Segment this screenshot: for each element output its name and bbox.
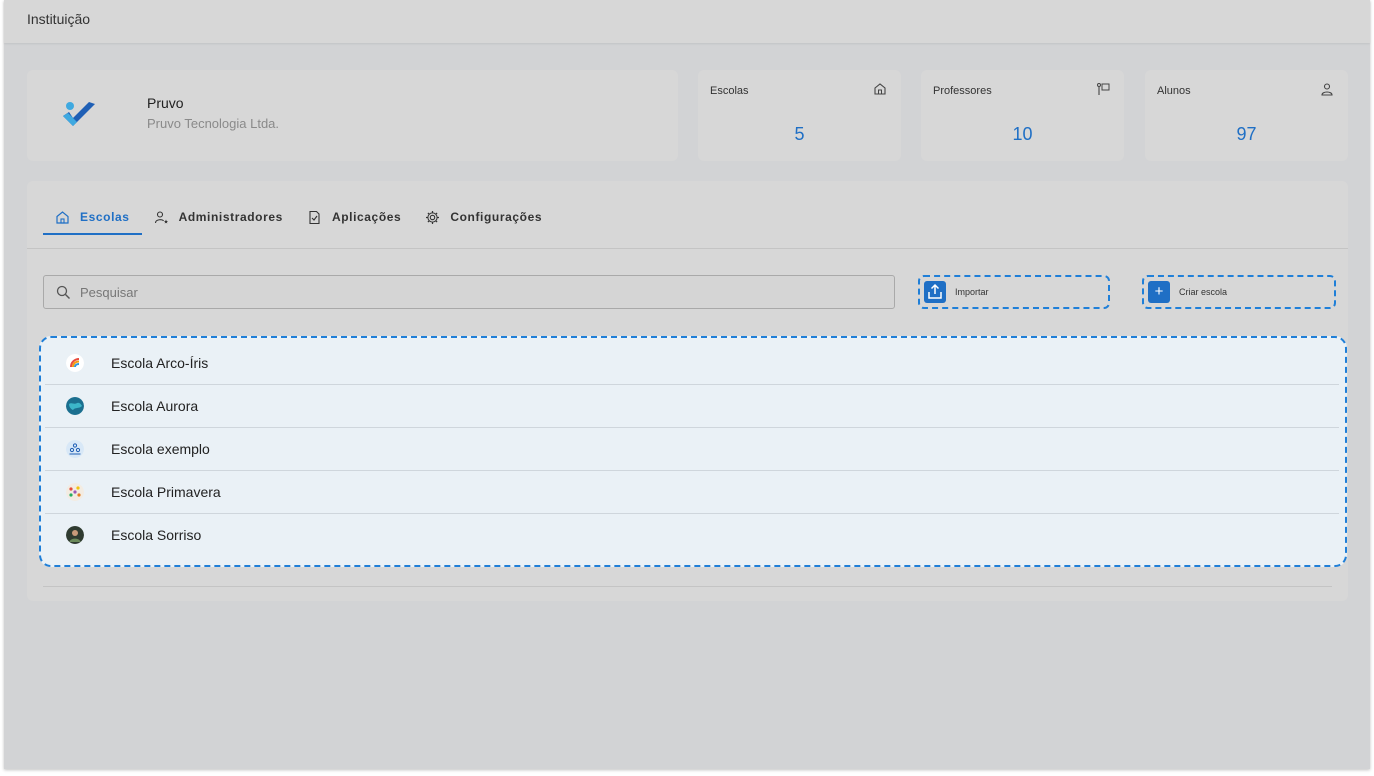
user-icon: [1321, 83, 1333, 96]
import-button[interactable]: Importar: [918, 275, 1110, 309]
stat-card-professores: Professores 10: [921, 70, 1124, 161]
plus-icon: +: [1148, 281, 1170, 303]
user-star-icon: [154, 210, 168, 223]
create-school-button[interactable]: + Criar escola: [1142, 275, 1336, 309]
tabs-divider: [27, 248, 1348, 249]
home-icon: [874, 83, 886, 95]
list-item-escola-sorriso[interactable]: Escola Sorriso: [45, 514, 1339, 557]
stat-card-escolas: Escolas 5: [698, 70, 901, 161]
school-name: Escola Aurora: [111, 398, 199, 414]
list-item-escola-primavera[interactable]: Escola Primavera: [45, 471, 1339, 514]
import-label: Importar: [955, 287, 989, 297]
stat-card-alunos: Alunos 97: [1145, 70, 1348, 161]
tab-configuracoes[interactable]: Configurações: [413, 201, 554, 233]
flowers-avatar-icon: [66, 483, 84, 501]
tab-label: Configurações: [450, 210, 543, 224]
tab-escolas[interactable]: Escolas: [43, 201, 142, 235]
tab-administradores[interactable]: Administradores: [142, 201, 295, 233]
pruvo-logo-icon: [63, 102, 95, 126]
stat-value: 5: [794, 124, 805, 144]
stat-label: Alunos: [1157, 85, 1191, 97]
gear-icon: [426, 210, 440, 224]
list-item-escola-arco-iris[interactable]: Escola Arco-Íris: [45, 342, 1339, 385]
document-check-icon: [309, 210, 320, 224]
tab-bar: Escolas Administradores Aplicações Confi…: [43, 201, 554, 235]
tab-label: Aplicações: [331, 210, 402, 224]
home-icon: [56, 210, 69, 224]
search-placeholder: Pesquisar: [80, 285, 138, 300]
school-name: Escola Arco-Íris: [111, 355, 209, 371]
tab-label: Escolas: [80, 210, 130, 224]
school-name: Escola Primavera: [111, 484, 221, 500]
panel-footer-divider: [43, 586, 1332, 587]
top-bar: Instituição: [4, 0, 1370, 43]
upload-icon: [924, 281, 946, 303]
list-item-escola-exemplo[interactable]: Escola exemplo: [45, 428, 1339, 471]
create-school-label: Criar escola: [1179, 287, 1228, 297]
schools-panel: Escolas Administradores Aplicações Confi…: [27, 181, 1348, 601]
list-item-escola-aurora[interactable]: Escola Aurora: [45, 385, 1339, 428]
stat-label: Escolas: [710, 85, 749, 97]
stat-label: Professores: [933, 85, 992, 97]
people-avatar-icon: [66, 440, 84, 458]
search-icon: [56, 285, 70, 299]
search-input[interactable]: Pesquisar: [43, 275, 895, 309]
person-avatar-icon: [66, 526, 84, 544]
rainbow-avatar-icon: [66, 354, 84, 372]
tab-label: Administradores: [178, 210, 283, 224]
institution-name: Pruvo: [147, 95, 184, 111]
school-name: Escola exemplo: [111, 441, 210, 457]
school-list: Escola Arco-Íris Escola Aurora Escola ex…: [39, 336, 1347, 567]
stat-value: 97: [1236, 124, 1257, 144]
school-name: Escola Sorriso: [111, 527, 202, 543]
app-frame: Instituição Pruvo Pruvo Tecnologia Ltda.…: [4, 0, 1370, 769]
earth-avatar-icon: [66, 397, 84, 415]
page-title: Instituição: [27, 11, 91, 27]
institution-legal-name: Pruvo Tecnologia Ltda.: [147, 116, 280, 131]
tab-aplicacoes[interactable]: Aplicações: [295, 201, 413, 233]
stat-value: 10: [1012, 124, 1033, 144]
teacher-board-icon: [1097, 83, 1110, 95]
institution-card: Pruvo Pruvo Tecnologia Ltda.: [27, 70, 678, 161]
